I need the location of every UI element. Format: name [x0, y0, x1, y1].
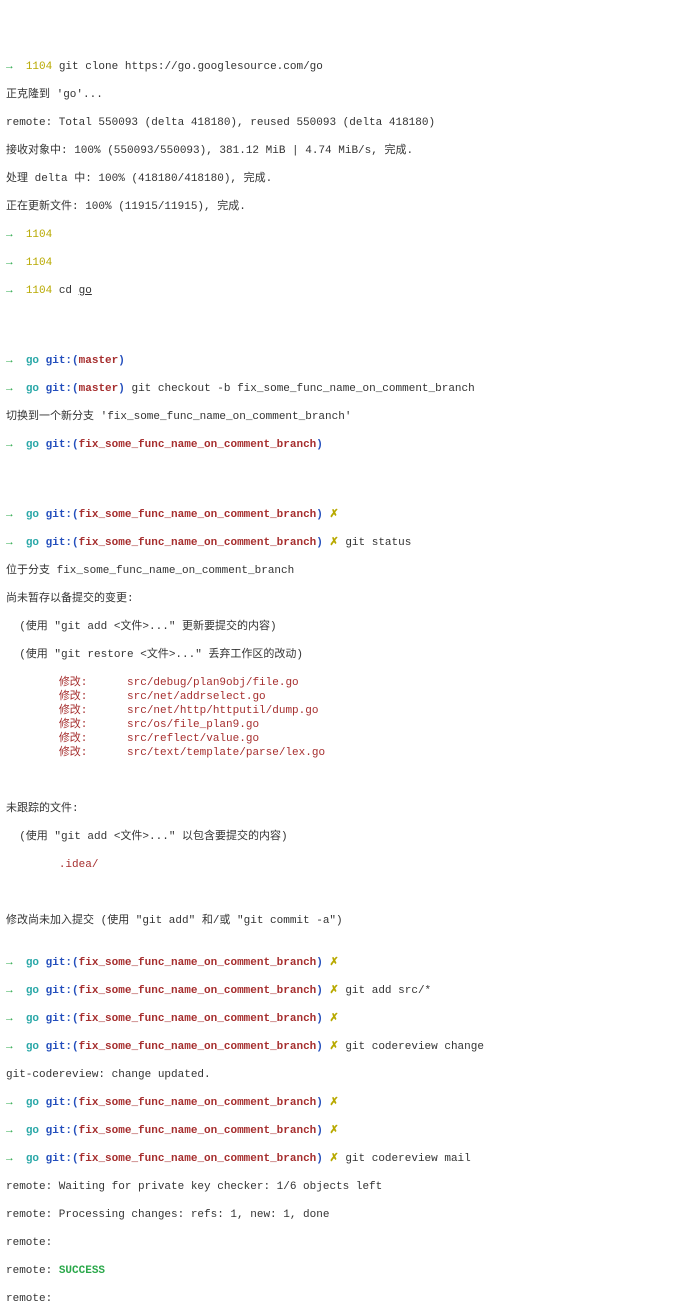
cmd-status: git status [345, 537, 411, 549]
prompt-review-mail[interactable]: → go git:(fix_some_func_name_on_comment_… [6, 1152, 684, 1166]
success-label: SUCCESS [59, 1265, 105, 1277]
cmd-git-clone: git clone https://go.googlesource.com/go [59, 61, 323, 73]
blank [6, 774, 684, 788]
review-change-out: git-codereview: change updated. [6, 1068, 684, 1082]
hist-empty-1: → 1104 [6, 228, 684, 242]
remote-blank-1: remote: [6, 1236, 684, 1250]
prompt-branch-dirty-5[interactable]: → go git:(fix_some_func_name_on_comment_… [6, 1124, 684, 1138]
blank [6, 312, 684, 326]
hist-num: 1104 [26, 61, 52, 73]
status-on-branch: 位于分支 fix_some_func_name_on_comment_branc… [6, 564, 684, 578]
cmd-git-add: git add src/* [345, 985, 431, 997]
prompt-add[interactable]: → go git:(fix_some_func_name_on_comment_… [6, 984, 684, 998]
prompt-branch-dirty-1[interactable]: → go git:(fix_some_func_name_on_comment_… [6, 508, 684, 522]
prompt-review-change[interactable]: → go git:(fix_some_func_name_on_comment_… [6, 1040, 684, 1054]
cd-target: go [79, 285, 92, 297]
prompt-branch-dirty-2[interactable]: → go git:(fix_some_func_name_on_comment_… [6, 956, 684, 970]
prompt-branch-dirty-4[interactable]: → go git:(fix_some_func_name_on_comment_… [6, 1096, 684, 1110]
status-modified-file: 修改: src/net/http/httputil/dump.go [6, 704, 684, 718]
mail-processing: remote: Processing changes: refs: 1, new… [6, 1208, 684, 1222]
cmd-codereview-change: git codereview change [345, 1041, 484, 1053]
status-no-commit: 修改尚未加入提交 (使用 "git add" 和/或 "git commit -… [6, 914, 684, 928]
clone-updating: 正在更新文件: 100% (11915/11915), 完成. [6, 200, 684, 214]
prompt-arrow: → [6, 61, 26, 73]
status-modified-file: 修改: src/net/addrselect.go [6, 690, 684, 704]
status-modified-file: 修改: src/reflect/value.go [6, 732, 684, 746]
status-modified-file: 修改: src/debug/plan9obj/file.go [6, 676, 684, 690]
clone-into: 正克隆到 'go'... [6, 88, 684, 102]
status-unstaged: 尚未暂存以备提交的变更: [6, 592, 684, 606]
blank [6, 886, 684, 900]
hist-cd: → 1104 cd go [6, 284, 684, 298]
cmd-codereview-mail: git codereview mail [345, 1153, 470, 1165]
mail-waiting: remote: Waiting for private key checker:… [6, 1180, 684, 1194]
untracked-file: .idea/ [6, 858, 684, 872]
blank [6, 466, 684, 480]
untracked-hint: (使用 "git add <文件>..." 以包含要提交的内容) [6, 830, 684, 844]
clone-delta: 处理 delta 中: 100% (418180/418180), 完成. [6, 172, 684, 186]
checkout-switched: 切换到一个新分支 'fix_some_func_name_on_comment_… [6, 410, 684, 424]
hist-clone: → 1104 git clone https://go.googlesource… [6, 60, 684, 74]
status-modified-file: 修改: src/text/template/parse/lex.go [6, 746, 684, 760]
dirty-icon: ✗ [330, 509, 339, 521]
prompt-master-checkout[interactable]: → go git:(master) git checkout -b fix_so… [6, 382, 684, 396]
untracked-head: 未跟踪的文件: [6, 802, 684, 816]
clone-recv: 接收对象中: 100% (550093/550093), 381.12 MiB … [6, 144, 684, 158]
prompt-branch-dirty-3[interactable]: → go git:(fix_some_func_name_on_comment_… [6, 1012, 684, 1026]
mail-success: remote: SUCCESS [6, 1264, 684, 1278]
prompt-status[interactable]: → go git:(fix_some_func_name_on_comment_… [6, 536, 684, 550]
status-hint-add: (使用 "git add <文件>..." 更新要提交的内容) [6, 620, 684, 634]
prompt-branch-1[interactable]: → go git:(fix_some_func_name_on_comment_… [6, 438, 684, 452]
cmd-checkout: git checkout -b fix_some_func_name_on_co… [131, 383, 474, 395]
hist-empty-2: → 1104 [6, 256, 684, 270]
status-modified-file: 修改: src/os/file_plan9.go [6, 718, 684, 732]
status-hint-restore: (使用 "git restore <文件>..." 丢弃工作区的改动) [6, 648, 684, 662]
prompt-master-1[interactable]: → go git:(master) [6, 354, 684, 368]
clone-remote-total: remote: Total 550093 (delta 418180), reu… [6, 116, 684, 130]
remote-blank-2: remote: [6, 1292, 684, 1304]
